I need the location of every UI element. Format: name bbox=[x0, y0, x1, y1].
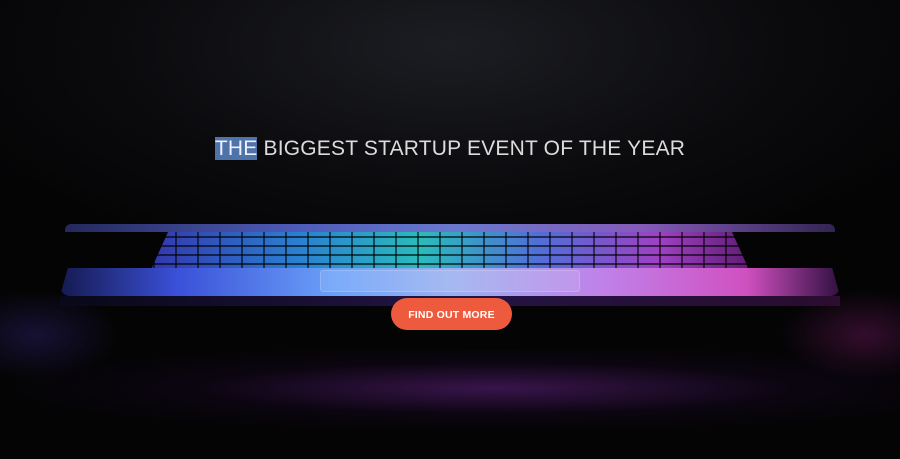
laptop-trackpad bbox=[320, 270, 580, 292]
laptop-reflection bbox=[0, 350, 900, 459]
headline-selected-text: THE bbox=[214, 137, 258, 160]
laptop-lid bbox=[65, 224, 835, 232]
hero-headline: THE BIGGEST STARTUP EVENT OF THE YEAR bbox=[0, 137, 900, 161]
find-out-more-button[interactable]: FIND OUT MORE bbox=[391, 298, 512, 330]
laptop-keyboard bbox=[150, 232, 750, 272]
headline-text: BIGGEST STARTUP EVENT OF THE YEAR bbox=[257, 137, 686, 160]
